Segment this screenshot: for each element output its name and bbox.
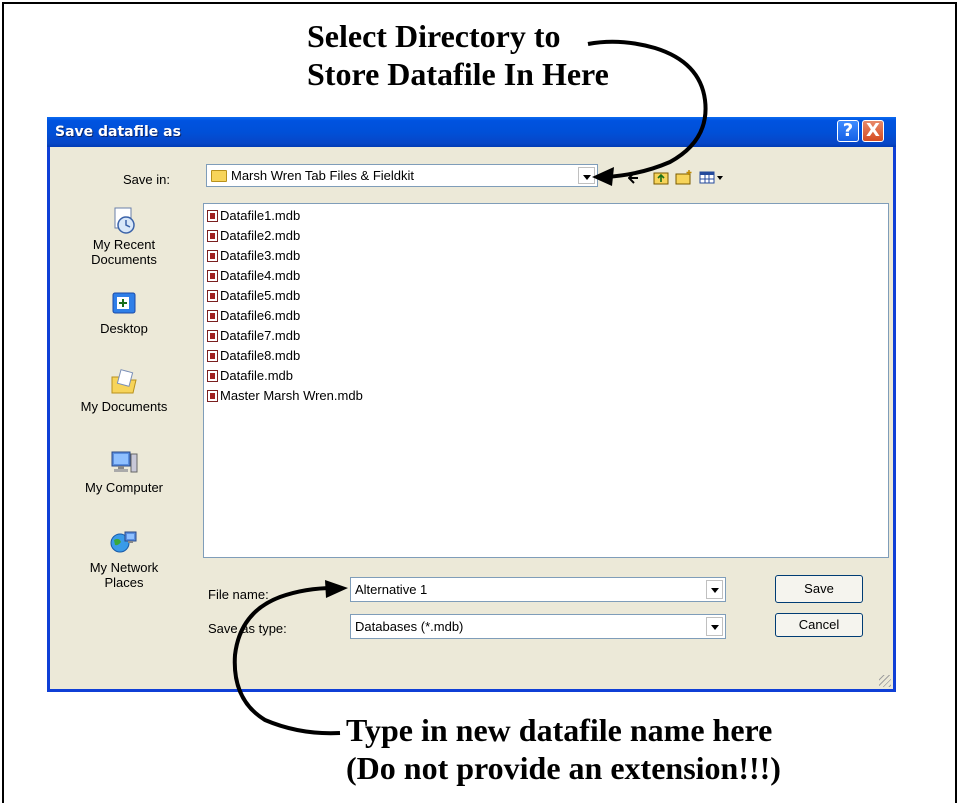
annotation-arrows [232,39,708,736]
arrow-to-file-name [232,580,348,736]
arrow-to-save-in [587,39,708,186]
